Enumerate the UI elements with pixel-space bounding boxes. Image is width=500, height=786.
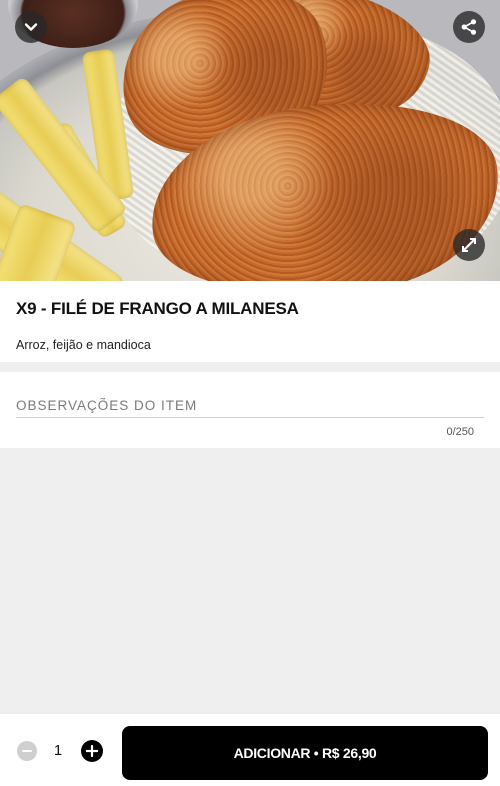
product-page: X9 - FILÉ DE FRANGO A MILANESA Arroz, fe…: [0, 0, 500, 786]
plus-icon: [86, 745, 98, 757]
product-info: X9 - FILÉ DE FRANGO A MILANESA Arroz, fe…: [0, 281, 500, 362]
footer-bar: 1 ADICIONAR • R$ 26,90: [0, 714, 500, 786]
chevron-down-icon: [24, 23, 38, 31]
quantity-value: 1: [53, 742, 63, 759]
share-icon: [461, 19, 477, 35]
product-description: Arroz, feijão e mandioca: [16, 338, 151, 352]
product-title: X9 - FILÉ DE FRANGO A MILANESA: [16, 299, 299, 318]
share-button[interactable]: [453, 11, 485, 43]
notes-input[interactable]: [16, 394, 484, 418]
expand-image-button[interactable]: [453, 229, 485, 261]
increase-quantity-button[interactable]: [81, 740, 103, 762]
close-button[interactable]: [15, 11, 47, 43]
add-to-cart-button[interactable]: ADICIONAR • R$ 26,90: [122, 726, 488, 780]
notes-character-counter: 0/250: [446, 426, 474, 438]
notes-section: 0/250: [0, 372, 500, 448]
product-image[interactable]: [0, 0, 500, 281]
expand-icon: [462, 238, 476, 252]
decrease-quantity-button[interactable]: [17, 741, 37, 761]
minus-icon: [22, 750, 32, 752]
